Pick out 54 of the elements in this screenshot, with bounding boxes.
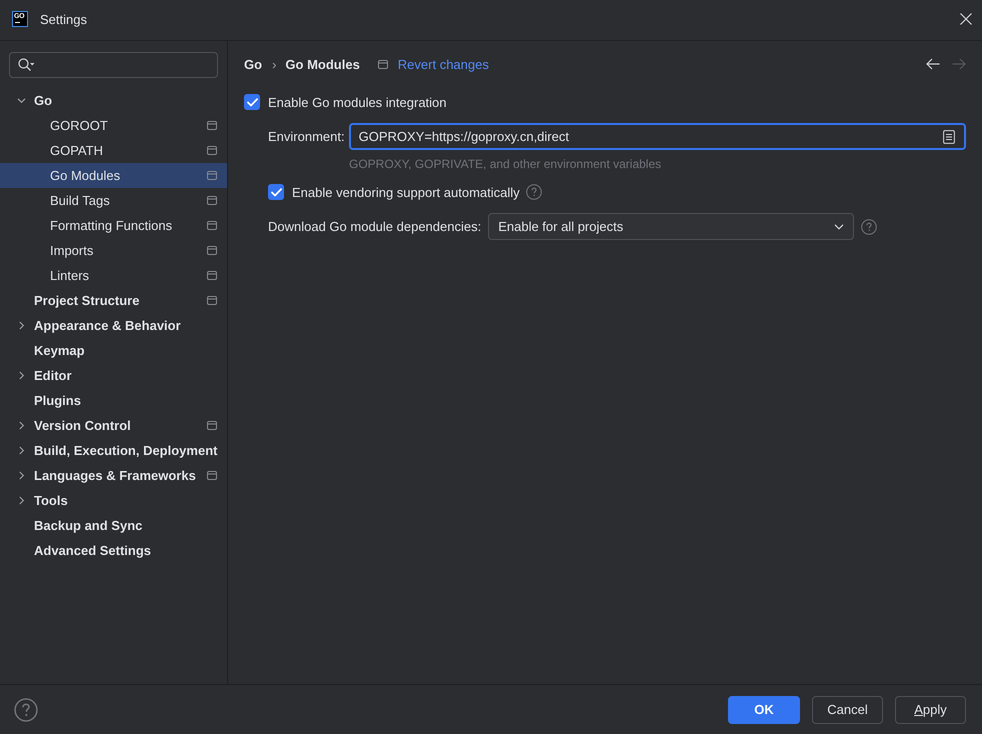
breadcrumb-separator: ›	[272, 56, 276, 72]
chevron-right-icon[interactable]	[16, 371, 26, 380]
tree-item[interactable]: Formatting Functions	[0, 213, 227, 238]
dialog-button[interactable]: Apply	[895, 696, 966, 724]
document-icon[interactable]	[943, 130, 955, 144]
tree-item[interactable]: Backup and Sync	[0, 513, 227, 538]
arrow-left-icon[interactable]	[926, 58, 940, 70]
tree-item[interactable]: Editor	[0, 363, 227, 388]
tree-item[interactable]: Go	[0, 88, 227, 113]
close-icon[interactable]	[960, 13, 972, 25]
tree-item[interactable]: Build Tags	[0, 188, 227, 213]
tree-item[interactable]: Advanced Settings	[0, 538, 227, 563]
check-icon	[270, 188, 282, 196]
checkbox-label: Enable vendoring support automatically	[292, 184, 520, 200]
help-icon[interactable]	[14, 698, 38, 722]
chevron-down-icon	[834, 224, 844, 230]
dialog-button[interactable]: Cancel	[812, 696, 883, 724]
search-icon[interactable]	[18, 58, 35, 72]
tree-item[interactable]: Imports	[0, 238, 227, 263]
chevron-right-icon[interactable]	[16, 471, 26, 480]
chevron-right-icon[interactable]	[16, 496, 26, 505]
tree-item[interactable]: Build, Execution, Deployment	[0, 438, 227, 463]
tree-item[interactable]: Linters	[0, 263, 227, 288]
dependencies-dropdown[interactable]: Enable for all projects	[488, 213, 854, 240]
tree-item[interactable]: Languages & Frameworks	[0, 463, 227, 488]
search-field[interactable]	[9, 52, 218, 78]
chevron-down-icon[interactable]	[16, 96, 26, 105]
tree-item[interactable]: Tools	[0, 488, 227, 513]
checkbox-label: Enable Go modules integration	[268, 94, 447, 110]
tree-item[interactable]: GOPATH	[0, 138, 227, 163]
chevron-right-icon[interactable]	[16, 446, 26, 455]
dropdown-label: Download Go module dependencies:	[268, 219, 482, 234]
window-title: Settings	[40, 12, 88, 26]
help-icon[interactable]	[861, 218, 878, 234]
environment-label: Environment:	[268, 129, 345, 144]
tree-item[interactable]: Keymap	[0, 338, 227, 363]
revert-changes-link[interactable]: Revert changes	[398, 56, 489, 72]
breadcrumb-item: Go Modules	[285, 56, 360, 72]
tree-item[interactable]: Appearance & Behavior	[0, 313, 227, 338]
help-icon[interactable]	[526, 184, 542, 200]
tree-item[interactable]: Project Structure	[0, 288, 227, 313]
chevron-right-icon[interactable]	[16, 321, 26, 330]
checkbox[interactable]	[268, 184, 284, 200]
checkbox[interactable]	[244, 94, 260, 110]
tree-item[interactable]: Plugins	[0, 388, 227, 413]
ok-button[interactable]: OK	[728, 696, 800, 724]
check-icon	[246, 98, 258, 106]
tree-item[interactable]: Version Control	[0, 413, 227, 438]
environment-field[interactable]: GOPROXY=https://goproxy.cn,direct	[348, 123, 966, 150]
field-hint: GOPROXY, GOPRIVATE, and other environment variables	[349, 156, 662, 172]
chevron-right-icon[interactable]	[16, 421, 26, 430]
tree-item[interactable]: GOROOT	[0, 113, 227, 138]
tree-item[interactable]: Go Modules	[0, 163, 227, 188]
breadcrumb-item[interactable]: Go	[244, 56, 262, 72]
